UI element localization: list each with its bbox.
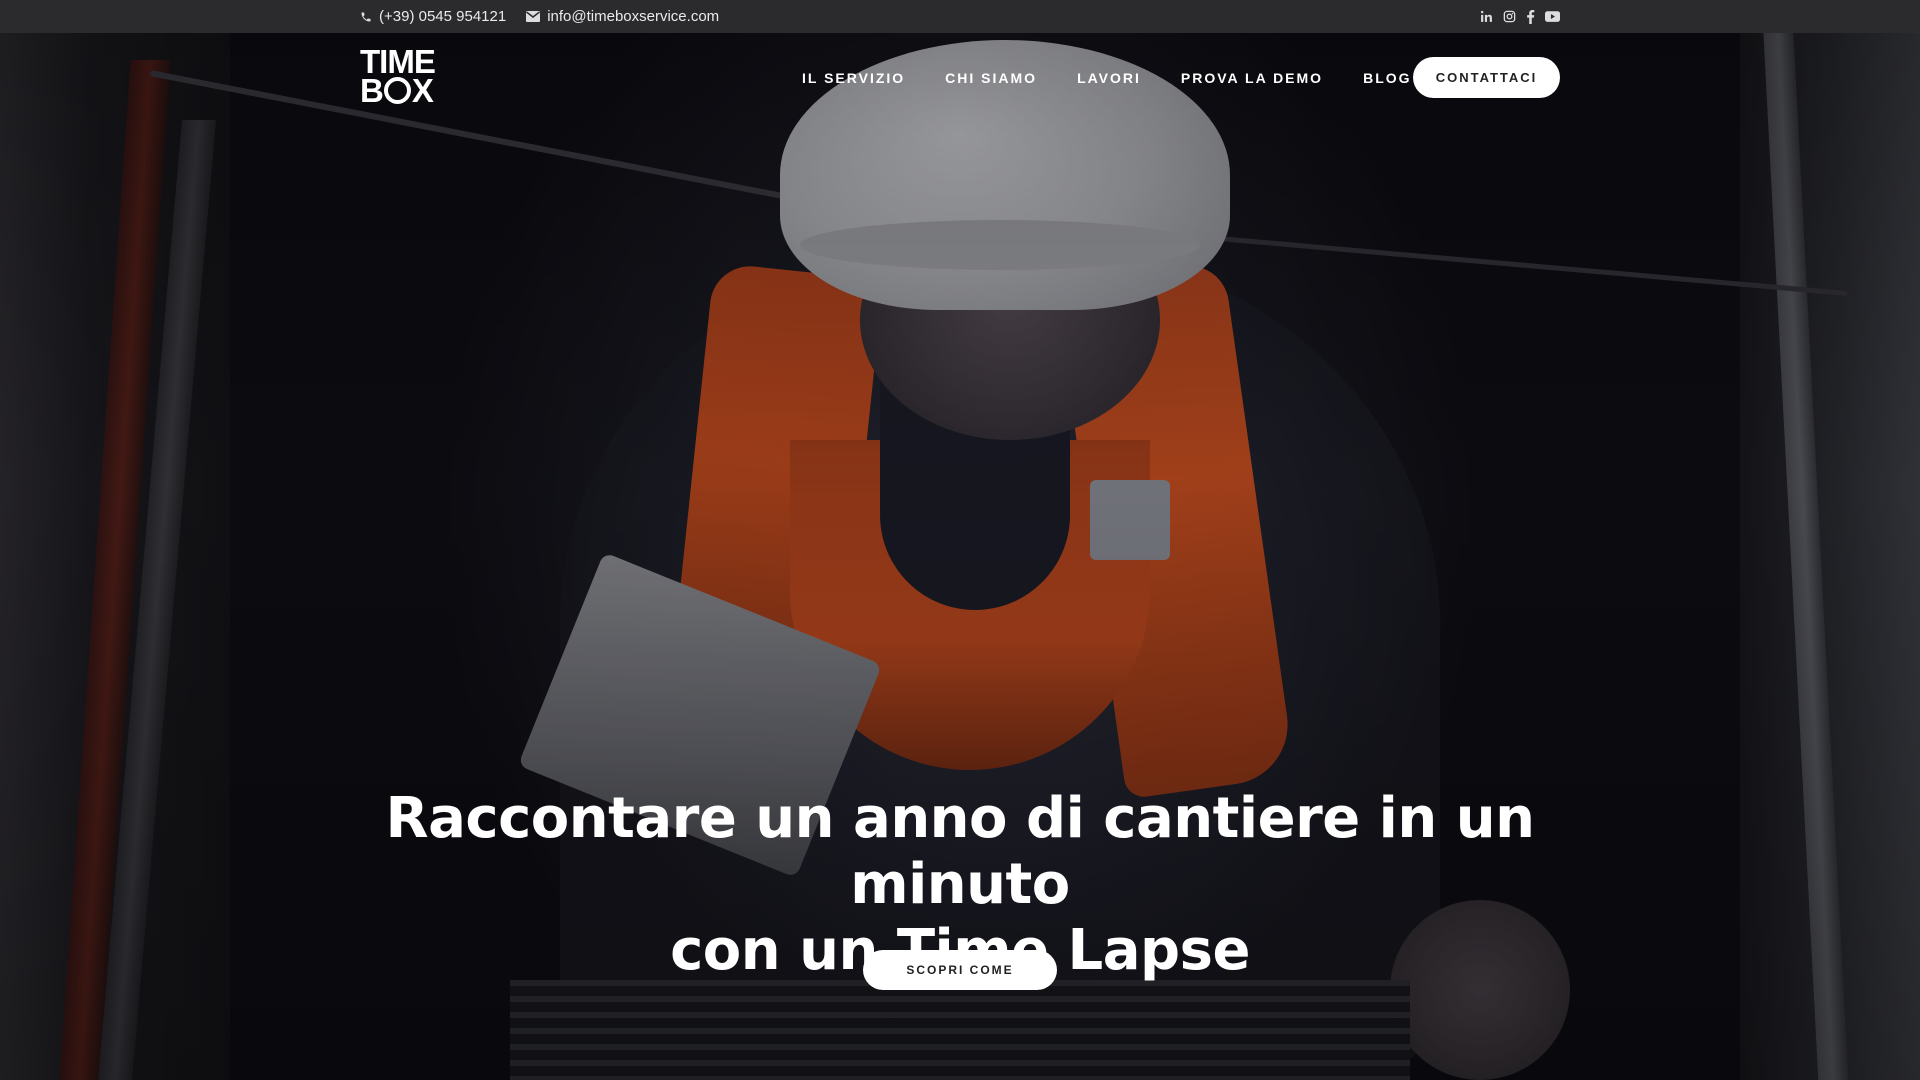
nav-item-prova-la-demo[interactable]: PROVA LA DEMO xyxy=(1181,70,1323,86)
phone-link[interactable]: (+39) 0545 954121 xyxy=(360,8,506,25)
youtube-icon[interactable] xyxy=(1545,11,1560,22)
logo-letter-x: X xyxy=(411,72,434,109)
email-link[interactable]: info@timeboxservice.com xyxy=(526,8,719,25)
main-navigation: TIME B X IL SERVIZIO CHI SIAMO LAVORI PR… xyxy=(0,33,1920,123)
contact-info: (+39) 0545 954121 info@timeboxservice.co… xyxy=(360,0,719,33)
scopri-come-button[interactable]: SCOPRI COME xyxy=(863,950,1057,990)
contattaci-button[interactable]: CONTATTACI xyxy=(1413,57,1560,98)
page: (+39) 0545 954121 info@timeboxservice.co… xyxy=(0,0,1920,1080)
nav-item-chi-siamo[interactable]: CHI SIAMO xyxy=(945,70,1037,86)
email-address: info@timeboxservice.com xyxy=(547,8,720,25)
linkedin-icon[interactable] xyxy=(1480,10,1493,23)
social-links xyxy=(1480,0,1560,33)
logo-line-2: B X xyxy=(360,72,436,109)
nav-menu: IL SERVIZIO CHI SIAMO LAVORI PROVA LA DE… xyxy=(802,33,1412,123)
logo-letter-b: B xyxy=(360,72,384,109)
top-contact-bar: (+39) 0545 954121 info@timeboxservice.co… xyxy=(0,0,1920,33)
phone-number: (+39) 0545 954121 xyxy=(379,8,507,25)
hero-headline-line-1: Raccontare un anno di cantiere in un min… xyxy=(385,786,1535,917)
facebook-icon[interactable] xyxy=(1526,9,1535,24)
instagram-icon[interactable] xyxy=(1503,10,1516,23)
nav-item-blog[interactable]: BLOG xyxy=(1363,70,1411,86)
envelope-icon xyxy=(526,11,541,22)
camera-shutter-icon xyxy=(383,77,411,104)
nav-item-lavori[interactable]: LAVORI xyxy=(1077,70,1141,86)
nav-item-il-servizio[interactable]: IL SERVIZIO xyxy=(802,70,905,86)
timebox-logo[interactable]: TIME B X xyxy=(360,45,436,109)
phone-icon xyxy=(360,11,372,23)
